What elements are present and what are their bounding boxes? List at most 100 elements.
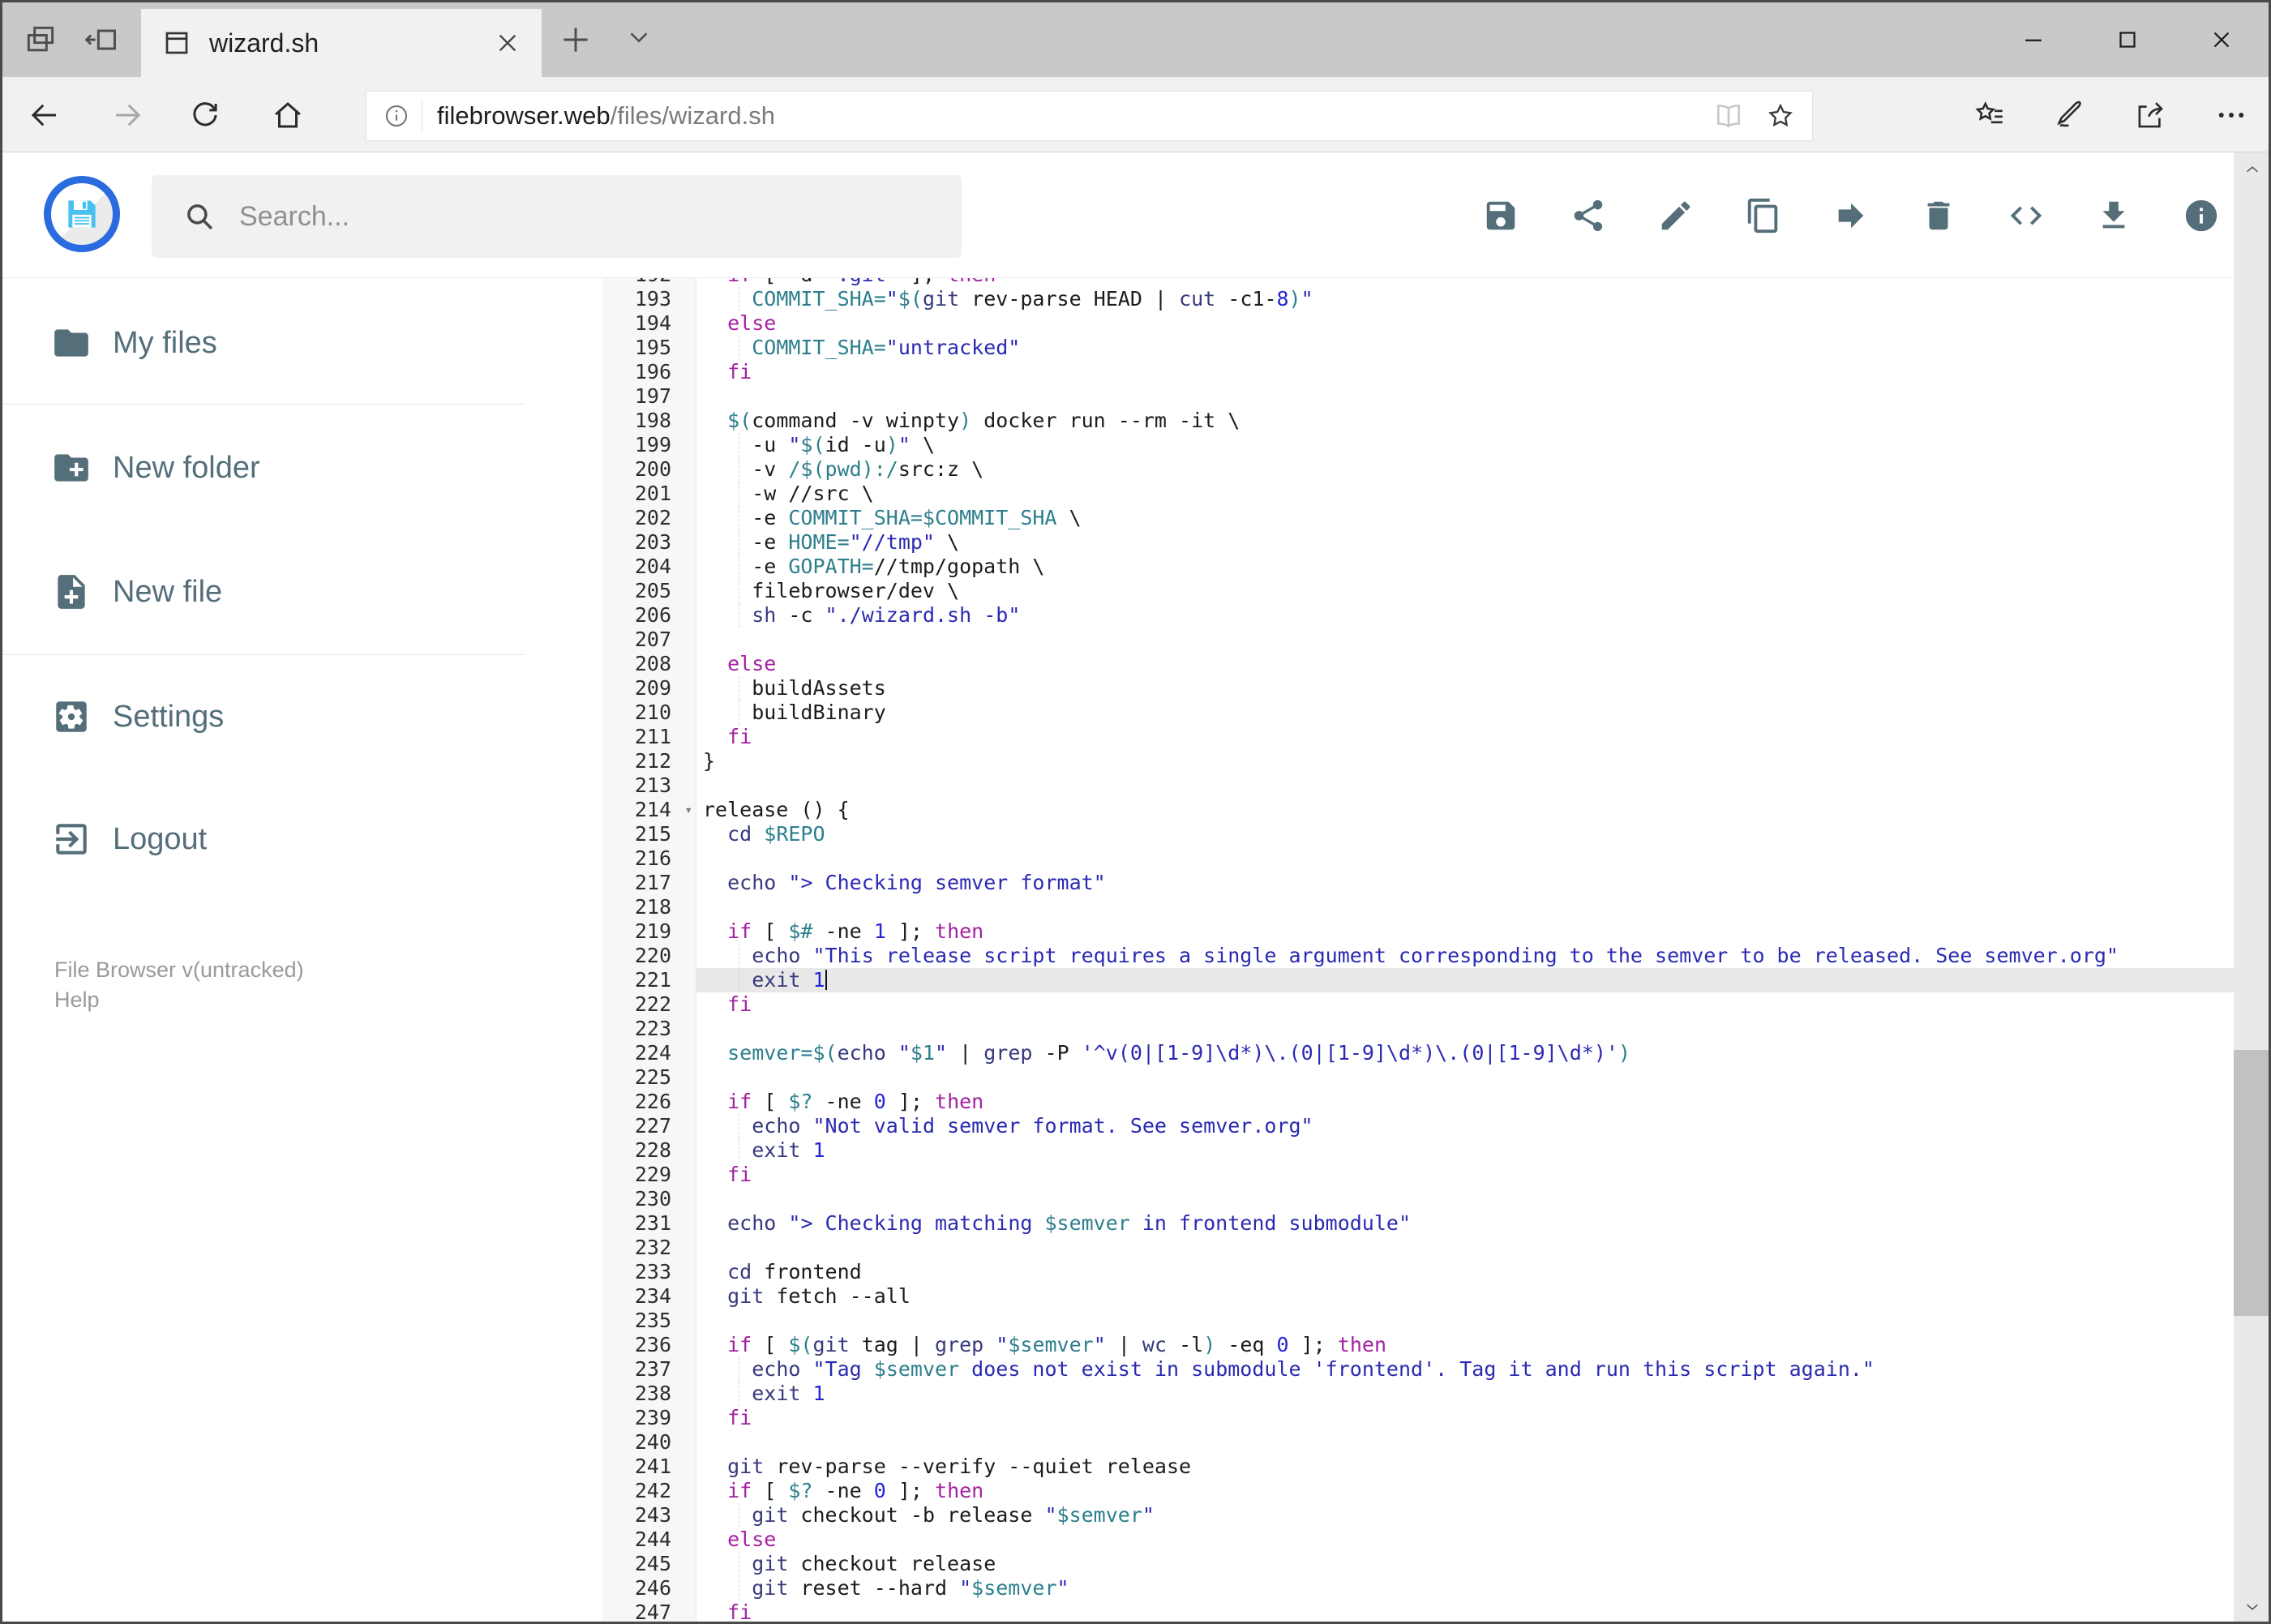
edit-button[interactable] xyxy=(1657,197,1695,234)
code-line-text[interactable] xyxy=(696,384,2234,409)
line-number[interactable]: 236 xyxy=(602,1333,696,1357)
tab-close-icon[interactable] xyxy=(495,30,521,56)
line-number[interactable]: 196 xyxy=(602,360,696,384)
code-line-text[interactable]: release () { xyxy=(696,798,2234,822)
code-line[interactable]: 245 git checkout release xyxy=(602,1552,2234,1576)
code-line[interactable]: 231 echo "> Checking matching $semver in… xyxy=(602,1211,2234,1236)
code-line-text[interactable]: $(command -v winpty) docker run --rm -it… xyxy=(696,409,2234,433)
forward-button[interactable] xyxy=(110,98,144,132)
tab-list-chevron-icon[interactable] xyxy=(623,22,654,58)
code-line[interactable]: 216 xyxy=(602,846,2234,871)
code-line[interactable]: 211 fi xyxy=(602,725,2234,749)
code-line-text[interactable] xyxy=(696,846,2234,871)
code-line[interactable]: 242 if [ $? -ne 0 ]; then xyxy=(602,1479,2234,1503)
sidebar-item-settings[interactable]: Settings xyxy=(2,680,602,753)
line-number[interactable]: 208 xyxy=(602,652,696,676)
help-link[interactable]: Help xyxy=(54,985,304,1015)
code-line-text[interactable]: } xyxy=(696,749,2234,773)
code-line[interactable]: 224 semver=$(echo "$1" | grep -P '^v(0|[… xyxy=(602,1041,2234,1065)
line-number[interactable]: 211 xyxy=(602,725,696,749)
code-line[interactable]: 221 exit 1 xyxy=(602,968,2234,992)
line-number[interactable]: 221 xyxy=(602,968,696,992)
code-line-text[interactable]: fi xyxy=(696,725,2234,749)
code-line[interactable]: 195 COMMIT_SHA="untracked" xyxy=(602,336,2234,360)
code-line[interactable]: 197 xyxy=(602,384,2234,409)
code-line[interactable]: 238 exit 1 xyxy=(602,1382,2234,1406)
filebrowser-logo-icon[interactable] xyxy=(44,176,120,252)
code-line[interactable]: 218 xyxy=(602,895,2234,919)
code-line-text[interactable]: git rev-parse --verify --quiet release xyxy=(696,1455,2234,1479)
code-line[interactable]: 215 cd $REPO xyxy=(602,822,2234,846)
scrollbar-thumb[interactable] xyxy=(2234,1050,2269,1316)
scroll-up-icon[interactable] xyxy=(2243,161,2261,178)
line-number[interactable]: 228 xyxy=(602,1138,696,1163)
line-number[interactable]: 207 xyxy=(602,628,696,652)
line-number[interactable]: 239 xyxy=(602,1406,696,1430)
code-line[interactable]: 227 echo "Not valid semver format. See s… xyxy=(602,1114,2234,1138)
code-line-text[interactable] xyxy=(696,1236,2234,1260)
line-number[interactable]: 210 xyxy=(602,701,696,725)
code-line-text[interactable]: if [ $# -ne 1 ]; then xyxy=(696,919,2234,944)
line-number[interactable]: 222 xyxy=(602,992,696,1017)
code-line[interactable]: 237 echo "Tag $semver does not exist in … xyxy=(602,1357,2234,1382)
raw-button[interactable] xyxy=(2007,197,2045,234)
code-line[interactable]: 241 git rev-parse --verify --quiet relea… xyxy=(602,1455,2234,1479)
code-line-text[interactable]: COMMIT_SHA="untracked" xyxy=(696,336,2234,360)
code-line-text[interactable]: cd $REPO xyxy=(696,822,2234,846)
code-line[interactable]: 239 fi xyxy=(602,1406,2234,1430)
code-line-text[interactable]: filebrowser/dev \ xyxy=(696,579,2234,603)
code-line-text[interactable]: git fetch --all xyxy=(696,1284,2234,1309)
code-line[interactable]: 196 fi xyxy=(602,360,2234,384)
back-button[interactable] xyxy=(28,98,62,132)
refresh-button[interactable] xyxy=(188,98,222,132)
code-line[interactable]: 220 echo "This release script requires a… xyxy=(602,944,2234,968)
line-number[interactable]: 247 xyxy=(602,1600,696,1622)
code-line-text[interactable]: buildAssets xyxy=(696,676,2234,701)
code-line-text[interactable]: -w //src \ xyxy=(696,482,2234,506)
favorite-star-icon[interactable] xyxy=(1765,101,1796,131)
code-line-text[interactable] xyxy=(696,1187,2234,1211)
line-number[interactable]: 204 xyxy=(602,555,696,579)
code-line-text[interactable]: cd frontend xyxy=(696,1260,2234,1284)
line-number[interactable]: 230 xyxy=(602,1187,696,1211)
code-line[interactable]: 199 -u "$(id -u)" \ xyxy=(602,433,2234,457)
more-options-button[interactable] xyxy=(2214,98,2248,132)
line-number[interactable]: 235 xyxy=(602,1309,696,1333)
code-line[interactable]: 247 fi xyxy=(602,1600,2234,1622)
line-number[interactable]: 218 xyxy=(602,895,696,919)
line-number[interactable]: 202 xyxy=(602,506,696,530)
code-line[interactable]: 202 -e COMMIT_SHA=$COMMIT_SHA \ xyxy=(602,506,2234,530)
code-line-text[interactable]: if [ $(git tag | grep "$semver" | wc -l)… xyxy=(696,1333,2234,1357)
line-number[interactable]: 200 xyxy=(602,457,696,482)
code-line[interactable]: 217 echo "> Checking semver format" xyxy=(602,871,2234,895)
code-line-text[interactable]: -e HOME="//tmp" \ xyxy=(696,530,2234,555)
line-number[interactable]: 215 xyxy=(602,822,696,846)
line-number[interactable]: 203 xyxy=(602,530,696,555)
line-number[interactable]: 234 xyxy=(602,1284,696,1309)
code-line[interactable]: 226 if [ $? -ne 0 ]; then xyxy=(602,1090,2234,1114)
maximize-button[interactable] xyxy=(2080,2,2175,77)
line-number[interactable]: 198 xyxy=(602,409,696,433)
code-line-text[interactable]: -e COMMIT_SHA=$COMMIT_SHA \ xyxy=(696,506,2234,530)
line-number[interactable]: 237 xyxy=(602,1357,696,1382)
code-line-text[interactable] xyxy=(696,1017,2234,1041)
code-line-text[interactable]: fi xyxy=(696,992,2234,1017)
code-line-text[interactable]: echo "This release script requires a sin… xyxy=(696,944,2234,968)
minimize-button[interactable] xyxy=(1986,2,2080,77)
copy-button[interactable] xyxy=(1745,197,1782,234)
search-box[interactable] xyxy=(152,175,962,258)
code-line[interactable]: 214 ▾ release () { xyxy=(602,798,2234,822)
line-number[interactable]: 217 xyxy=(602,871,696,895)
sidebar-item-new-file[interactable]: New file xyxy=(2,555,602,628)
share-button[interactable] xyxy=(2133,98,2167,132)
code-line[interactable]: 219 if [ $# -ne 1 ]; then xyxy=(602,919,2234,944)
code-line-text[interactable]: if [ $? -ne 0 ]; then xyxy=(696,1090,2234,1114)
line-number[interactable]: 229 xyxy=(602,1163,696,1187)
line-number[interactable]: 223 xyxy=(602,1017,696,1041)
sidebar-item-my-files[interactable]: My files xyxy=(2,306,602,379)
code-line-text[interactable]: COMMIT_SHA="$(git rev-parse HEAD | cut -… xyxy=(696,287,2234,311)
code-line[interactable]: 209 buildAssets xyxy=(602,676,2234,701)
code-line[interactable]: 194 else xyxy=(602,311,2234,336)
code-line-text[interactable]: semver=$(echo "$1" | grep -P '^v(0|[1-9]… xyxy=(696,1041,2234,1065)
download-button[interactable] xyxy=(2095,197,2132,234)
